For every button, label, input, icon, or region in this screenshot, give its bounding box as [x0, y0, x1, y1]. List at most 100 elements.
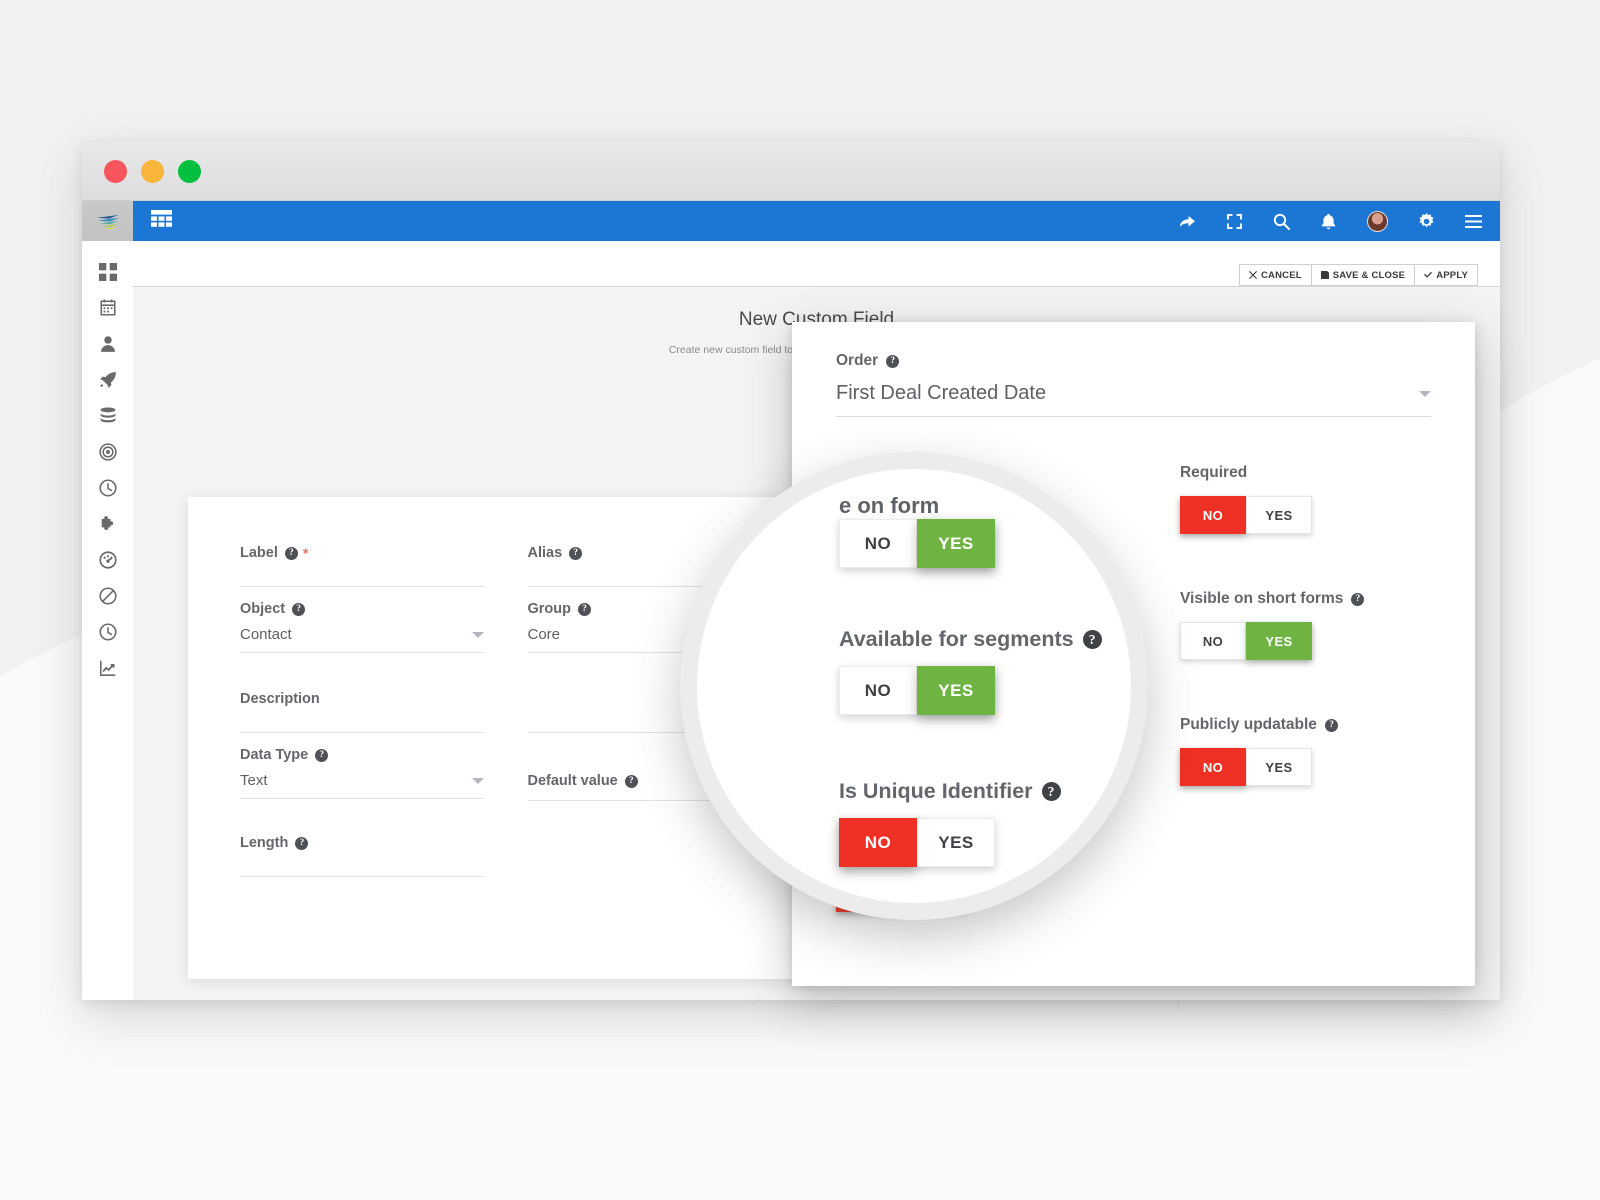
- visible-on-short-forms-label: Visible on short forms: [1179, 590, 1344, 607]
- magnified-is-unique-identifier-no-option[interactable]: NO: [839, 818, 917, 867]
- sidebar-item-campaigns[interactable]: [97, 369, 119, 391]
- rocket-icon: [99, 372, 116, 388]
- publicly-updatable-no-option[interactable]: NO: [1179, 748, 1246, 786]
- field-length-input[interactable]: [240, 851, 484, 877]
- field-label-caption: Label ? *: [240, 545, 484, 561]
- apply-button[interactable]: APPLY: [1414, 264, 1478, 286]
- help-icon[interactable]: ?: [315, 748, 329, 762]
- window-titlebar: [82, 142, 1500, 201]
- field-length: Length ?: [240, 835, 484, 877]
- apply-button-label: APPLY: [1436, 269, 1468, 281]
- panel-column-right: Required NO YES Visible on short forms ?…: [1179, 464, 1431, 968]
- magnified-is-unique-identifier-yes-option[interactable]: YES: [917, 818, 995, 867]
- dashboard-icon: [98, 263, 117, 281]
- sidebar-item-dashboard[interactable]: [97, 261, 119, 283]
- sidebar-item-reports[interactable]: [97, 549, 119, 571]
- minimize-window-button[interactable]: [141, 159, 164, 183]
- avatar[interactable]: [1367, 210, 1388, 232]
- magnified-available-for-segments-no-option[interactable]: NO: [839, 666, 917, 715]
- field-data-type-select[interactable]: Text: [240, 763, 484, 799]
- magnified-published-no-option[interactable]: NO: [839, 519, 917, 568]
- search-button[interactable]: [1273, 213, 1290, 230]
- field-object: Object ? Contact: [240, 601, 484, 653]
- magnified-is-unique-identifier-caption: Is Unique Identifier ?: [839, 779, 1061, 804]
- visible-on-short-forms-toggle-group: Visible on short forms ? NO YES: [1179, 590, 1431, 660]
- visible-on-short-forms-caption: Visible on short forms ?: [1180, 590, 1431, 608]
- settings-button[interactable]: [1418, 212, 1435, 230]
- notifications-button[interactable]: [1320, 213, 1337, 230]
- field-label: Label ? *: [240, 545, 484, 587]
- sidebar-item-plugins[interactable]: [97, 513, 119, 535]
- sidebar-item-calendar[interactable]: [97, 297, 119, 319]
- help-icon[interactable]: ?: [1324, 718, 1338, 732]
- magnified-is-unique-identifier-label: Is Unique Identifier: [839, 779, 1033, 803]
- form-row-label-alias: Label ? * Alias ?: [240, 545, 771, 587]
- help-icon[interactable]: ?: [886, 354, 900, 368]
- field-description-input[interactable]: [240, 707, 484, 733]
- magnified-is-unique-identifier-toggle[interactable]: NO YES: [839, 818, 995, 867]
- form-action-buttons: CANCEL SAVE & CLOSE APPLY: [1238, 264, 1478, 286]
- sidebar-item-contacts[interactable]: [97, 333, 119, 355]
- target-icon: [98, 443, 117, 461]
- required-toggle[interactable]: NO YES: [1179, 496, 1312, 534]
- grid-icon: [151, 210, 172, 227]
- visible-on-short-forms-toggle[interactable]: NO YES: [1179, 622, 1312, 660]
- fullscreen-button[interactable]: [1226, 213, 1243, 230]
- mautic-logo[interactable]: [82, 201, 133, 241]
- maximize-window-button[interactable]: [178, 159, 201, 183]
- field-label-input[interactable]: [240, 561, 484, 587]
- sidebar-item-points[interactable]: [97, 441, 119, 463]
- order-field-label: Order: [836, 352, 879, 369]
- required-yes-option[interactable]: YES: [1245, 496, 1312, 534]
- order-field-value: First Deal Created Date: [836, 382, 1047, 404]
- magnified-available-for-segments-toggle[interactable]: NO YES: [839, 666, 995, 715]
- sidebar-item-analytics[interactable]: [97, 657, 119, 679]
- magnified-published-toggle[interactable]: NO YES: [839, 519, 995, 568]
- calendar-icon: [99, 299, 116, 316]
- help-icon[interactable]: ?: [569, 546, 583, 560]
- field-object-select[interactable]: Contact: [240, 617, 484, 653]
- publicly-updatable-caption: Publicly updatable ?: [1180, 716, 1431, 734]
- field-group-value: Core: [527, 626, 561, 643]
- field-data-type: Data Type ? Text: [240, 747, 484, 801]
- help-icon[interactable]: ?: [578, 602, 591, 616]
- search-icon: [1273, 213, 1290, 230]
- help-icon[interactable]: ?: [292, 602, 306, 616]
- speedometer-icon: [98, 551, 117, 569]
- help-icon[interactable]: ?: [1351, 592, 1365, 606]
- help-icon[interactable]: ?: [624, 774, 638, 788]
- field-length-caption: Length ?: [240, 835, 484, 851]
- check-icon: [1424, 271, 1433, 278]
- share-button[interactable]: [1179, 213, 1196, 230]
- sidebar-item-do-not-contact[interactable]: [97, 585, 119, 607]
- publicly-updatable-yes-option[interactable]: YES: [1245, 748, 1312, 786]
- field-description-text: Description: [240, 691, 320, 707]
- form-row-length: Length ?: [240, 835, 771, 877]
- save-and-close-button-label: SAVE & CLOSE: [1332, 269, 1406, 281]
- help-icon[interactable]: ?: [1082, 630, 1102, 649]
- sidebar-item-stages[interactable]: [97, 477, 119, 499]
- required-asterisk: *: [302, 545, 309, 561]
- save-and-close-button[interactable]: SAVE & CLOSE: [1310, 264, 1415, 286]
- share-icon: [1180, 215, 1195, 227]
- magnifier-lens: e on form NO YES Available for segments …: [680, 452, 1148, 920]
- field-label-text: Label: [240, 545, 278, 561]
- help-icon[interactable]: ?: [284, 546, 298, 560]
- close-window-button[interactable]: [104, 159, 127, 183]
- visible-on-short-forms-no-option[interactable]: NO: [1179, 622, 1246, 660]
- cancel-button-label: CANCEL: [1260, 269, 1302, 281]
- required-no-option[interactable]: NO: [1179, 496, 1246, 534]
- visible-on-short-forms-yes-option[interactable]: YES: [1245, 622, 1312, 660]
- help-icon[interactable]: ?: [295, 836, 309, 850]
- sidebar-item-schedule[interactable]: [97, 621, 119, 643]
- magnified-published-yes-option[interactable]: YES: [917, 519, 995, 568]
- sidebar-item-components[interactable]: [97, 405, 119, 427]
- grid-menu-button[interactable]: [151, 210, 172, 232]
- main-menu-button[interactable]: [1465, 213, 1482, 230]
- cancel-button[interactable]: CANCEL: [1238, 264, 1311, 286]
- publicly-updatable-toggle[interactable]: NO YES: [1179, 748, 1312, 786]
- help-icon[interactable]: ?: [1041, 782, 1061, 801]
- magnified-available-for-segments-yes-option[interactable]: YES: [917, 666, 995, 715]
- order-field-select[interactable]: First Deal Created Date: [836, 382, 1431, 417]
- contact-icon: [100, 336, 115, 352]
